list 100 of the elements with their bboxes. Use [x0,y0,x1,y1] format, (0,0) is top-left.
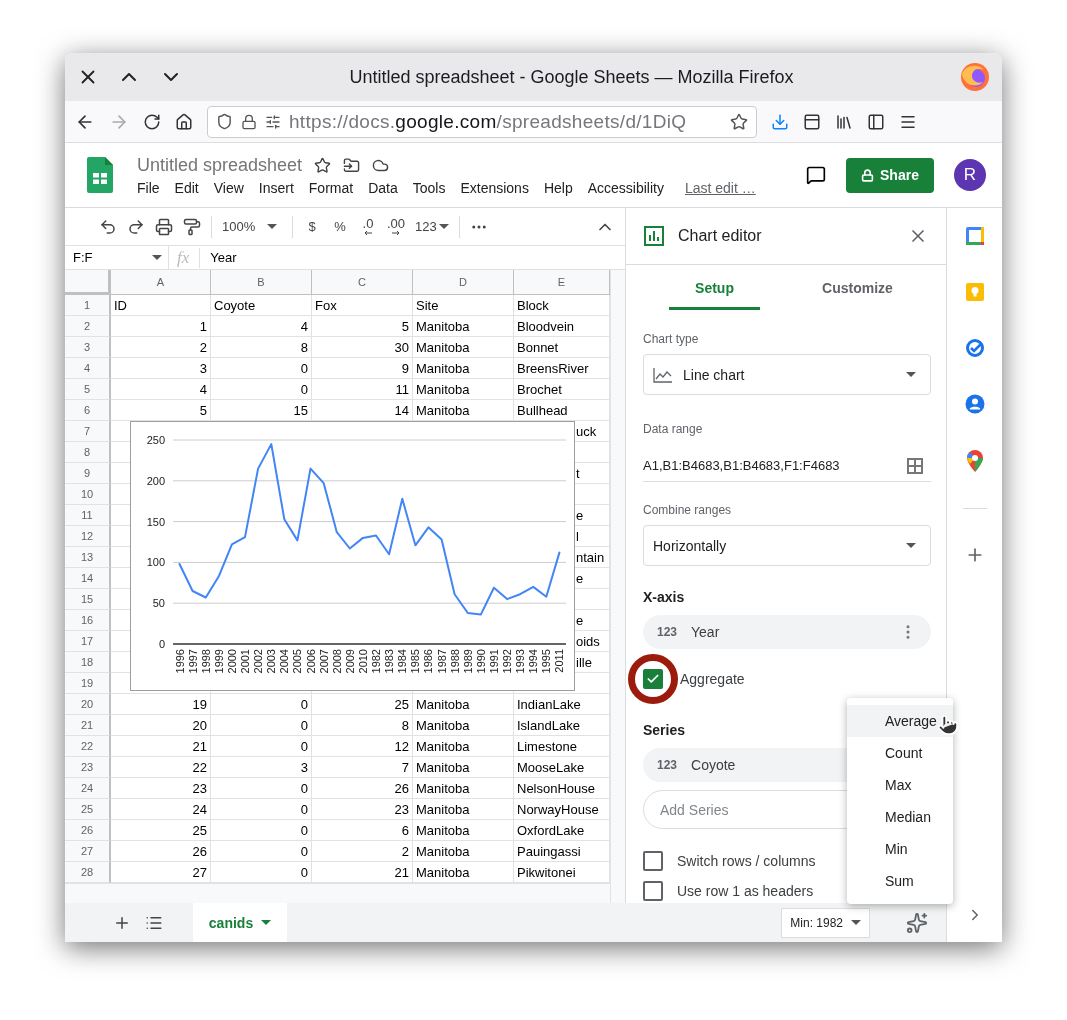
decrease-decimal[interactable]: .0 [359,217,377,236]
table-cell: 21 [111,736,211,757]
category-label: 2004 [278,649,291,674]
axis-chip[interactable]: 123 Year [643,615,931,649]
last-edit-link[interactable]: Last edit … [684,179,756,196]
name-box[interactable]: F:F [65,246,169,269]
user-avatar[interactable]: R [954,159,986,191]
row-number: 15 [65,589,111,610]
document-title[interactable]: Untitled spreadsheet [137,154,303,176]
menu-item[interactable]: View [213,179,244,196]
table-cell: 0 [211,778,312,799]
row-number: 26 [65,820,111,841]
column-header[interactable]: C [312,270,413,295]
row-number: 7 [65,421,111,442]
table-cell: Fox [312,295,413,316]
menu-item[interactable]: File [137,179,160,196]
table-cell: 0 [211,715,312,736]
table-cell: Manitoba [413,379,514,400]
panel-title: Chart editor [678,227,763,245]
menu-item[interactable]: Help [543,179,573,196]
menu-item[interactable]: Tools [412,179,446,196]
menu-option[interactable]: Min [847,833,953,865]
table-cell: Manitoba [413,337,514,358]
table-cell: Site [413,295,514,316]
percent-format[interactable]: % [331,220,349,233]
row-number: 8 [65,442,111,463]
checkbox-label: Aggregate [680,671,745,687]
category-label: 1987 [435,649,448,674]
table-cell: Manitoba [413,694,514,715]
row-number: 3 [65,337,111,358]
row-number: 13 [65,547,111,568]
checkbox-label: Use row 1 as headers [677,883,814,899]
table-cell: Manitoba [413,316,514,337]
table-cell: 2 [111,337,211,358]
combine-select[interactable]: Horizontally [643,525,931,566]
tick-label: 200 [146,474,165,487]
address-bar[interactable]: https://docs.google.com/spreadsheets/d/1DiQ [207,105,757,138]
column-header[interactable]: D [413,270,514,295]
increase-decimal[interactable]: .00 [387,217,406,236]
table-cell: 9 [312,358,413,379]
menu-item[interactable]: Data [368,179,398,196]
section-heading: X-axis [643,589,685,605]
tick-label: 250 [146,434,165,446]
category-label: 1986 [422,649,435,674]
table-cell: 4 [211,316,312,337]
function-label: fx [169,247,201,268]
formula-value[interactable]: Year [200,250,237,265]
table-cell: 1 [111,316,211,337]
category-label: 1983 [383,649,396,674]
category-label: 1992 [501,649,514,674]
tick-label: 50 [152,597,165,610]
row-number: 22 [65,736,111,757]
url-text: https://docs.google.com/spreadsheets/d/1DiQ [289,110,688,133]
column-header[interactable]: E [514,270,610,295]
sheet-tab[interactable]: canids [193,903,287,942]
menu-option[interactable]: Average [847,705,953,737]
column-header[interactable]: A [111,270,211,295]
chart-card[interactable]: 0 50 100 150 200 250 1996 1997 1998 1999 2000 2001 2002 2003 2004 2005 2006 2007 2008 2009 2010 1982 1983 1984 1985 1986 1987 1988 1989 1990 1991 1992 1993 1994 1995 2011 [130,421,575,691]
menu-item[interactable]: Format [308,179,354,196]
menu-item[interactable]: Insert [258,179,294,196]
row-number: 24 [65,778,111,799]
table-cell: 8 [211,337,312,358]
row-number: 23 [65,757,111,778]
table-cell: Manitoba [413,841,514,862]
menu-item[interactable]: Accessibility [587,179,664,196]
row-number: 5 [65,379,111,400]
category-label: 1995 [540,649,553,674]
table-cell: Manitoba [413,715,514,736]
currency-format[interactable]: $ [303,220,321,233]
share-button[interactable]: Share [846,157,934,193]
tab[interactable]: Setup [669,265,760,310]
row-number: 4 [65,358,111,379]
column-header[interactable]: B [211,270,312,295]
category-label: 1988 [448,649,461,674]
zoom-select[interactable]: 100% [222,220,282,233]
menu-item[interactable]: Extensions [460,179,529,196]
table-cell: 3 [211,757,312,778]
table-cell: Coyote [211,295,312,316]
data-range-field[interactable]: A1,B1:B4683,B1:B4683,F1:F4683 [643,458,840,473]
tick-label: 100 [146,556,165,569]
table-cell: 0 [211,379,312,400]
row-number: 25 [65,799,111,820]
menu-option[interactable]: Sum [847,865,953,897]
table-cell: 5 [312,316,413,337]
row-number: 19 [65,673,111,694]
table-cell: ID [111,295,211,316]
row-number: 10 [65,484,111,505]
table-cell: Manitoba [413,757,514,778]
category-label: 1994 [527,649,540,674]
category-label: 1997 [186,649,199,674]
row-number: 2 [65,316,111,337]
tab[interactable]: Customize [812,265,903,310]
number-format-select[interactable]: 123 [415,220,449,233]
menu-item[interactable]: Edit [174,179,199,196]
row-number: 12 [65,526,111,547]
summary-select[interactable]: Min: 1982 [781,907,870,938]
row-number: 11 [65,505,111,526]
row-number: 21 [65,715,111,736]
chart-type-select[interactable]: Line chart [643,354,931,395]
table-cell: 23 [312,799,413,820]
